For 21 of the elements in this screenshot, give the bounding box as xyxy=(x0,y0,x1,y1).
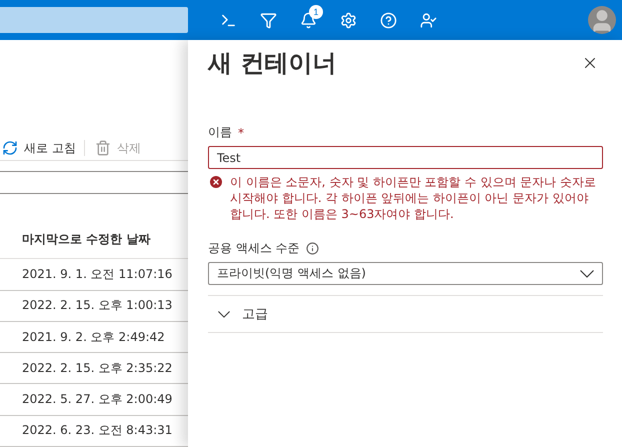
trash-icon xyxy=(94,140,111,156)
access-level-dropdown[interactable]: 프라이빗(익명 액세스 없음) xyxy=(208,262,603,285)
refresh-button[interactable]: 새로 고침 xyxy=(0,140,84,157)
chevron-down-icon xyxy=(580,270,594,278)
person-check-icon[interactable] xyxy=(420,12,436,28)
field-label: 이름 xyxy=(208,124,232,141)
help-icon[interactable] xyxy=(380,12,396,28)
required-mark: * xyxy=(238,126,244,140)
search-field[interactable] xyxy=(0,7,188,33)
filter-icon[interactable] xyxy=(260,12,276,28)
name-input-field[interactable]: Test xyxy=(208,146,603,169)
refresh-icon xyxy=(2,140,18,156)
notification-count: 1 xyxy=(309,5,323,19)
panel-title: 새 컨테이너 xyxy=(208,48,336,79)
avatar-icon[interactable] xyxy=(588,6,616,34)
advanced-section-toggle[interactable]: 고급 xyxy=(208,295,603,333)
error-message: 이 이름은 소문자, 숫자 및 하이픈만 포함할 수 있으며 문자나 숫자로 시작해야 합니다. 각 하이픈 앞뒤에는 하이픈이 아닌 문자가 있어야 합니다. 또한 이름은 3~63자여야 합니다. xyxy=(230,174,597,222)
info-icon[interactable] xyxy=(306,242,319,255)
field-label: 공용 액세스 수준 xyxy=(208,240,300,257)
settings-icon[interactable] xyxy=(340,12,356,28)
error-icon xyxy=(208,174,224,190)
